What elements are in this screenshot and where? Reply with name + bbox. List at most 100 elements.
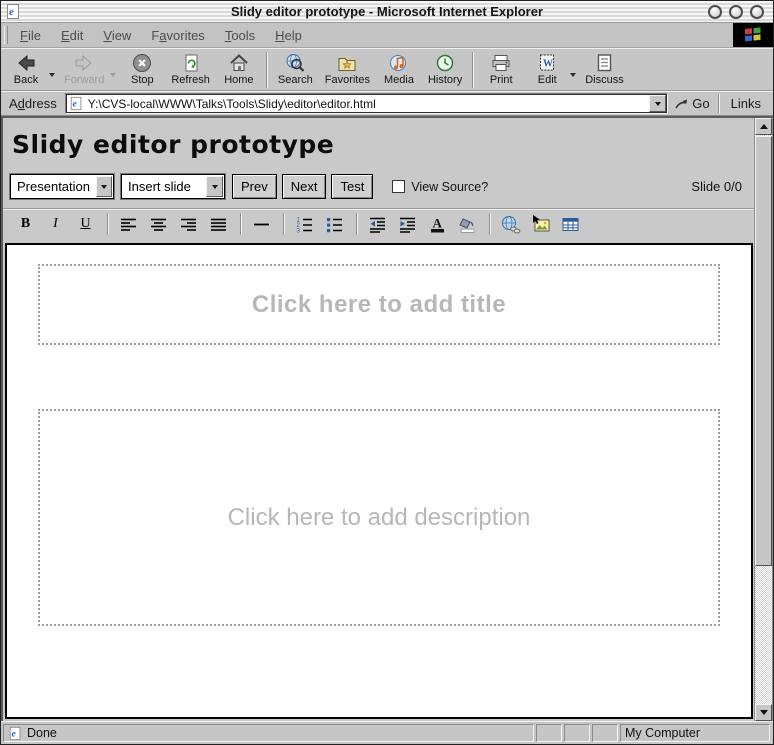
browser-toolbar: Back Forward Stop Refresh Home Search Fa… xyxy=(1,48,773,91)
insert-image-button[interactable] xyxy=(530,213,551,235)
justify-icon xyxy=(209,215,228,234)
window-title: Slidy editor prototype - Microsoft Inter… xyxy=(1,4,773,19)
address-url: Y:\CVS-local\WWW\Talks\Tools\Slidy\edito… xyxy=(84,97,650,111)
slide-description-placeholder[interactable]: Click here to add description xyxy=(38,409,720,626)
insert-slide-select-value: Insert slide xyxy=(122,179,197,194)
menu-tools[interactable]: Tools xyxy=(215,23,265,47)
toolbar-separator xyxy=(356,213,358,235)
bold-button[interactable]: B xyxy=(15,213,36,235)
table-icon xyxy=(560,214,581,235)
history-button[interactable]: History xyxy=(422,50,468,90)
address-input[interactable]: e Y:\CVS-local\WWW\Talks\Tools\Slidy\edi… xyxy=(65,93,669,114)
forward-label: Forward xyxy=(64,74,104,87)
horizontal-rule-button[interactable] xyxy=(251,213,272,235)
stop-icon xyxy=(131,51,153,74)
align-center-button[interactable] xyxy=(148,213,169,235)
highlight-button[interactable] xyxy=(457,213,478,235)
scroll-up-button[interactable] xyxy=(755,118,772,135)
outdent-icon xyxy=(368,215,387,234)
insert-table-button[interactable] xyxy=(560,213,581,235)
page-title: Slidy editor prototype xyxy=(12,130,754,159)
address-label: Address xyxy=(4,96,65,111)
menu-favorites[interactable]: Favorites xyxy=(141,23,214,47)
discuss-button[interactable]: Discuss xyxy=(579,50,630,90)
media-icon xyxy=(388,51,410,74)
favorites-button[interactable]: Favorites xyxy=(319,50,376,90)
hr-icon xyxy=(252,215,271,234)
menu-help[interactable]: Help xyxy=(265,23,312,47)
forward-icon xyxy=(73,51,95,74)
ordered-list-button[interactable]: 123 xyxy=(294,213,315,235)
presentation-select[interactable]: Presentation xyxy=(10,174,114,199)
menu-gripper[interactable] xyxy=(4,26,8,44)
edit-dropdown-arrow[interactable] xyxy=(570,73,576,80)
slide-counter: Slide 0/0 xyxy=(691,179,748,194)
svg-text:A: A xyxy=(433,215,443,230)
go-icon xyxy=(674,97,689,111)
forward-button[interactable]: Forward xyxy=(58,50,110,90)
discuss-label: Discuss xyxy=(585,74,624,87)
chevron-down-icon xyxy=(96,176,112,197)
scroll-down-button[interactable] xyxy=(755,704,772,721)
back-label: Back xyxy=(14,74,38,87)
status-panel-empty xyxy=(564,724,590,742)
menu-edit[interactable]: Edit xyxy=(51,23,93,47)
justify-button[interactable] xyxy=(208,213,229,235)
print-button[interactable]: Print xyxy=(478,50,524,90)
title-bar[interactable]: e Slidy editor prototype - Microsoft Int… xyxy=(1,1,773,23)
scrollbar-thumb[interactable] xyxy=(755,136,772,566)
svg-text:e: e xyxy=(72,99,77,110)
media-label: Media xyxy=(384,74,414,87)
ie-page-icon: e xyxy=(69,96,84,111)
font-color-button[interactable]: A xyxy=(427,213,448,235)
bullet-list-button[interactable] xyxy=(324,213,345,235)
back-button[interactable]: Back xyxy=(3,50,49,90)
next-button[interactable]: Next xyxy=(282,174,327,199)
align-left-button[interactable] xyxy=(118,213,139,235)
back-dropdown-arrow[interactable] xyxy=(49,73,55,80)
menu-bar: File Edit View Favorites Tools Help xyxy=(1,23,773,48)
toolbar-separator xyxy=(266,52,268,88)
links-bar[interactable]: Links xyxy=(722,96,770,111)
address-bar: Address e Y:\CVS-local\WWW\Talks\Tools\S… xyxy=(1,91,773,116)
svg-text:3: 3 xyxy=(297,228,301,234)
media-button[interactable]: Media xyxy=(376,50,422,90)
refresh-button[interactable]: Refresh xyxy=(165,50,216,90)
close-button[interactable] xyxy=(750,5,764,19)
print-label: Print xyxy=(490,74,513,87)
toolbar-separator xyxy=(718,94,720,113)
forward-dropdown-arrow[interactable] xyxy=(110,73,116,80)
underline-button[interactable]: U xyxy=(75,213,96,235)
menu-file[interactable]: File xyxy=(10,23,51,47)
search-button[interactable]: Search xyxy=(272,50,319,90)
align-right-button[interactable] xyxy=(178,213,199,235)
address-dropdown-button[interactable] xyxy=(649,95,666,112)
discuss-icon xyxy=(593,51,615,74)
home-button[interactable]: Home xyxy=(216,50,262,90)
go-button[interactable]: Go xyxy=(668,96,715,111)
bullet-list-icon xyxy=(325,215,344,234)
minimize-button[interactable] xyxy=(708,5,722,19)
italic-button[interactable]: I xyxy=(45,213,66,235)
indent-button[interactable] xyxy=(397,213,418,235)
view-source-checkbox[interactable] xyxy=(392,180,405,193)
vertical-scrollbar[interactable] xyxy=(754,118,772,721)
outdent-button[interactable] xyxy=(367,213,388,235)
edit-button[interactable]: W Edit xyxy=(524,50,570,90)
insert-slide-select[interactable]: Insert slide xyxy=(121,174,225,199)
slide-title-placeholder[interactable]: Click here to add title xyxy=(38,264,720,345)
toolbar-separator xyxy=(472,52,474,88)
image-icon xyxy=(530,214,551,235)
hyperlink-icon xyxy=(500,214,521,235)
test-button[interactable]: Test xyxy=(331,174,373,199)
toolbar-separator xyxy=(107,213,109,235)
menu-view[interactable]: View xyxy=(93,23,141,47)
prev-button[interactable]: Prev xyxy=(232,174,277,199)
stop-button[interactable]: Stop xyxy=(119,50,165,90)
svg-text:W: W xyxy=(543,59,553,70)
status-bar: e Done My Computer xyxy=(1,721,773,744)
edit-label: Edit xyxy=(538,74,557,87)
hyperlink-button[interactable] xyxy=(500,213,521,235)
indent-icon xyxy=(398,215,417,234)
maximize-button[interactable] xyxy=(729,5,743,19)
